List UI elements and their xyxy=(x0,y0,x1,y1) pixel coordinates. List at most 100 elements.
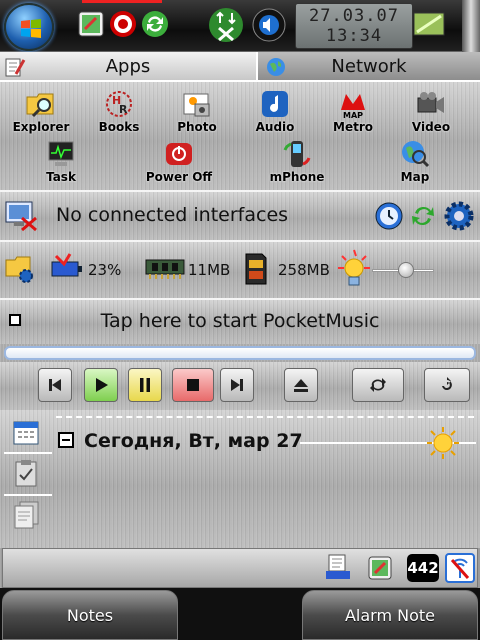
app-video[interactable]: Video xyxy=(391,84,471,134)
metro-map-icon: MAP xyxy=(341,94,365,120)
volume-icon[interactable] xyxy=(252,8,286,42)
sync-icon[interactable] xyxy=(140,9,170,39)
folder-settings-icon[interactable] xyxy=(4,252,36,284)
battery-icon[interactable] xyxy=(413,10,447,38)
repeat-icon xyxy=(370,378,386,392)
svg-text:MAP: MAP xyxy=(343,111,363,120)
calendar-icon[interactable] xyxy=(12,418,40,448)
app-mphone[interactable]: mPhone xyxy=(257,134,337,184)
app-map[interactable]: Map xyxy=(375,134,455,184)
app-video-label: Video xyxy=(411,120,451,134)
document-printer-icon[interactable] xyxy=(323,553,353,583)
tab-apps[interactable]: Apps xyxy=(0,52,256,82)
phone-icon xyxy=(283,141,311,167)
video-camera-icon xyxy=(417,92,444,113)
today-date-header: Сегодня, Вт, мар 27 xyxy=(84,430,303,452)
apps-grid: Explorer H R Books Photo Audio MAP Metro xyxy=(0,82,480,190)
softkey-bar: Notes Alarm Note xyxy=(0,588,480,640)
notes-edit-icon[interactable] xyxy=(365,553,395,583)
shuffle-button[interactable] xyxy=(424,368,470,402)
app-explorer[interactable]: Explorer xyxy=(1,84,81,134)
tab-apps-label: Apps xyxy=(105,56,151,77)
app-photo-label: Photo xyxy=(177,120,217,134)
app-metro-label: Metro xyxy=(333,120,373,134)
skip-back-icon xyxy=(49,379,61,391)
app-audio[interactable]: Audio xyxy=(235,84,315,134)
storage-value: 258MB xyxy=(278,261,330,279)
side-divider xyxy=(4,452,52,454)
pocketmusic-prompt: Tap here to start PocketMusic xyxy=(100,310,380,332)
eject-button[interactable] xyxy=(284,368,318,402)
app-power-off-label: Power Off xyxy=(145,170,213,184)
app-power-off[interactable]: Power Off xyxy=(139,134,219,184)
battery-status-icon[interactable] xyxy=(48,252,84,282)
power-icon xyxy=(166,143,192,165)
memory-chip-icon[interactable] xyxy=(144,252,186,282)
wireless-off-icon[interactable] xyxy=(445,553,475,583)
previous-track-button[interactable] xyxy=(38,368,72,402)
app-map-label: Map xyxy=(400,170,430,184)
play-button[interactable] xyxy=(84,368,118,402)
skip-forward-icon xyxy=(231,379,243,391)
stop-icon xyxy=(187,379,199,391)
network-disconnected-icon[interactable] xyxy=(208,7,244,43)
network-status-text: No connected interfaces xyxy=(56,204,289,226)
notes-softkey[interactable]: Notes xyxy=(2,590,178,640)
globe-icon xyxy=(267,58,285,76)
folder-search-icon xyxy=(26,93,54,118)
gear-icon[interactable] xyxy=(444,201,474,231)
tab-network-label: Network xyxy=(331,56,407,77)
app-explorer-label: Explorer xyxy=(12,120,70,134)
map-globe-icon xyxy=(402,141,430,168)
windows-flag-icon xyxy=(21,19,41,38)
tab-network[interactable]: Network xyxy=(256,52,480,82)
music-transport-controls xyxy=(0,362,480,410)
app-task[interactable]: Task xyxy=(21,134,101,184)
bottom-tray: 442 xyxy=(2,548,478,588)
svg-text:R: R xyxy=(119,103,128,116)
task-manager-icon xyxy=(48,141,74,166)
system-status-row: 23% 11MB 258MB xyxy=(0,242,480,298)
pocketmusic-launcher[interactable]: Tap here to start PocketMusic xyxy=(0,300,480,344)
tab-bar: Apps Network xyxy=(0,52,480,82)
app-metro[interactable]: MAP Metro xyxy=(313,84,393,134)
count-badge[interactable]: 442 xyxy=(407,554,439,582)
start-button[interactable] xyxy=(4,3,54,51)
network-status-row[interactable]: No connected interfaces xyxy=(0,192,480,240)
side-divider xyxy=(4,494,52,496)
repeat-button[interactable] xyxy=(352,368,404,402)
notes-app-icon[interactable] xyxy=(76,9,106,39)
notes-pages-icon[interactable] xyxy=(12,500,40,530)
signal-indicator-line xyxy=(82,0,162,3)
battery-percent: 23% xyxy=(88,261,122,279)
target-icon[interactable] xyxy=(108,9,138,39)
brightness-bulb-icon[interactable] xyxy=(336,248,372,288)
photo-icon xyxy=(183,93,210,117)
time-display: 13:34 xyxy=(325,26,383,46)
alarm-note-softkey[interactable]: Alarm Note xyxy=(302,590,478,640)
tasks-clipboard-icon[interactable] xyxy=(12,458,40,488)
status-bar: 27.03.07 13:34 xyxy=(0,0,480,52)
pause-button[interactable] xyxy=(128,368,162,402)
sun-weather-icon[interactable] xyxy=(426,426,460,460)
app-audio-label: Audio xyxy=(255,120,295,134)
play-icon xyxy=(96,378,108,392)
brightness-slider-knob[interactable] xyxy=(398,262,415,278)
today-dotted-separator xyxy=(56,416,474,418)
today-panel: Сегодня, Вт, мар 27 xyxy=(0,410,480,548)
notepad-icon xyxy=(5,58,26,77)
pause-icon xyxy=(140,378,150,392)
app-photo[interactable]: Photo xyxy=(157,84,237,134)
storage-card-icon[interactable] xyxy=(244,252,268,286)
app-books[interactable]: H R Books xyxy=(79,84,159,134)
stop-button[interactable] xyxy=(172,368,214,402)
today-collapse-toggle[interactable] xyxy=(58,432,74,448)
eject-icon xyxy=(294,379,308,392)
music-progress-bar[interactable] xyxy=(4,346,476,360)
app-mphone-label: mPhone xyxy=(269,170,325,184)
next-track-button[interactable] xyxy=(220,368,254,402)
clock-settings-icon[interactable] xyxy=(374,201,404,231)
refresh-icon[interactable] xyxy=(408,201,438,231)
app-task-label: Task xyxy=(46,170,76,184)
clock-panel[interactable]: 27.03.07 13:34 xyxy=(295,3,413,49)
